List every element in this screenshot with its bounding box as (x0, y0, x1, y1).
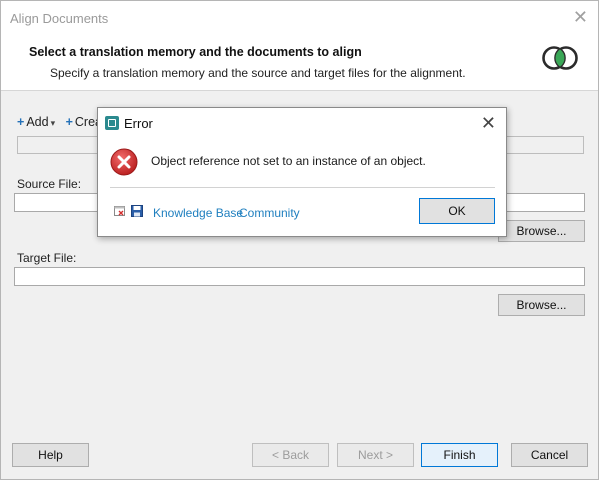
plus-icon: + (65, 115, 73, 129)
window-titlebar: Align Documents ✕ (1, 1, 598, 35)
back-button[interactable]: < Back (252, 443, 329, 467)
tm-toolbar: + Add ▾ + Crea (17, 115, 106, 133)
community-link[interactable]: Community (239, 206, 300, 220)
finish-button[interactable]: Finish (421, 443, 498, 467)
error-x-icon (110, 148, 138, 176)
window-title: Align Documents (10, 11, 109, 26)
dialog-title: Error (124, 116, 153, 131)
target-browse-button[interactable]: Browse... (498, 294, 585, 316)
page-subtitle: Specify a translation memory and the sou… (50, 66, 466, 80)
caret-down-icon[interactable]: ▾ (51, 118, 56, 128)
align-documents-window: Align Documents ✕ Select a translation m… (0, 0, 599, 480)
add-label: Add (26, 115, 49, 129)
error-dialog: Error ✕ Object reference not set to an i… (97, 107, 507, 237)
copy-report-icon[interactable] (114, 205, 126, 217)
target-file-input[interactable] (14, 267, 585, 286)
help-button[interactable]: Help (12, 443, 89, 467)
save-icon[interactable] (131, 205, 143, 217)
add-button[interactable]: + Add ▾ (17, 115, 58, 129)
ok-button[interactable]: OK (419, 198, 495, 224)
window-close-icon[interactable]: ✕ (573, 7, 588, 27)
dialog-divider (110, 187, 495, 188)
source-file-label: Source File: (17, 177, 82, 191)
overlapping-circles-icon (542, 46, 578, 70)
dialog-close-icon[interactable]: ✕ (481, 113, 496, 133)
error-message: Object reference not set to an instance … (151, 154, 426, 168)
cancel-button[interactable]: Cancel (511, 443, 588, 467)
dialog-titlebar: Error ✕ (98, 108, 506, 138)
knowledge-base-link[interactable]: Knowledge Base (153, 206, 243, 220)
next-button[interactable]: Next > (337, 443, 414, 467)
target-file-label: Target File: (17, 251, 77, 265)
page-title: Select a translation memory and the docu… (29, 45, 362, 59)
wizard-header: Select a translation memory and the docu… (1, 35, 598, 91)
plus-icon: + (17, 115, 25, 129)
source-browse-button[interactable]: Browse... (498, 220, 585, 242)
app-icon (105, 116, 119, 130)
